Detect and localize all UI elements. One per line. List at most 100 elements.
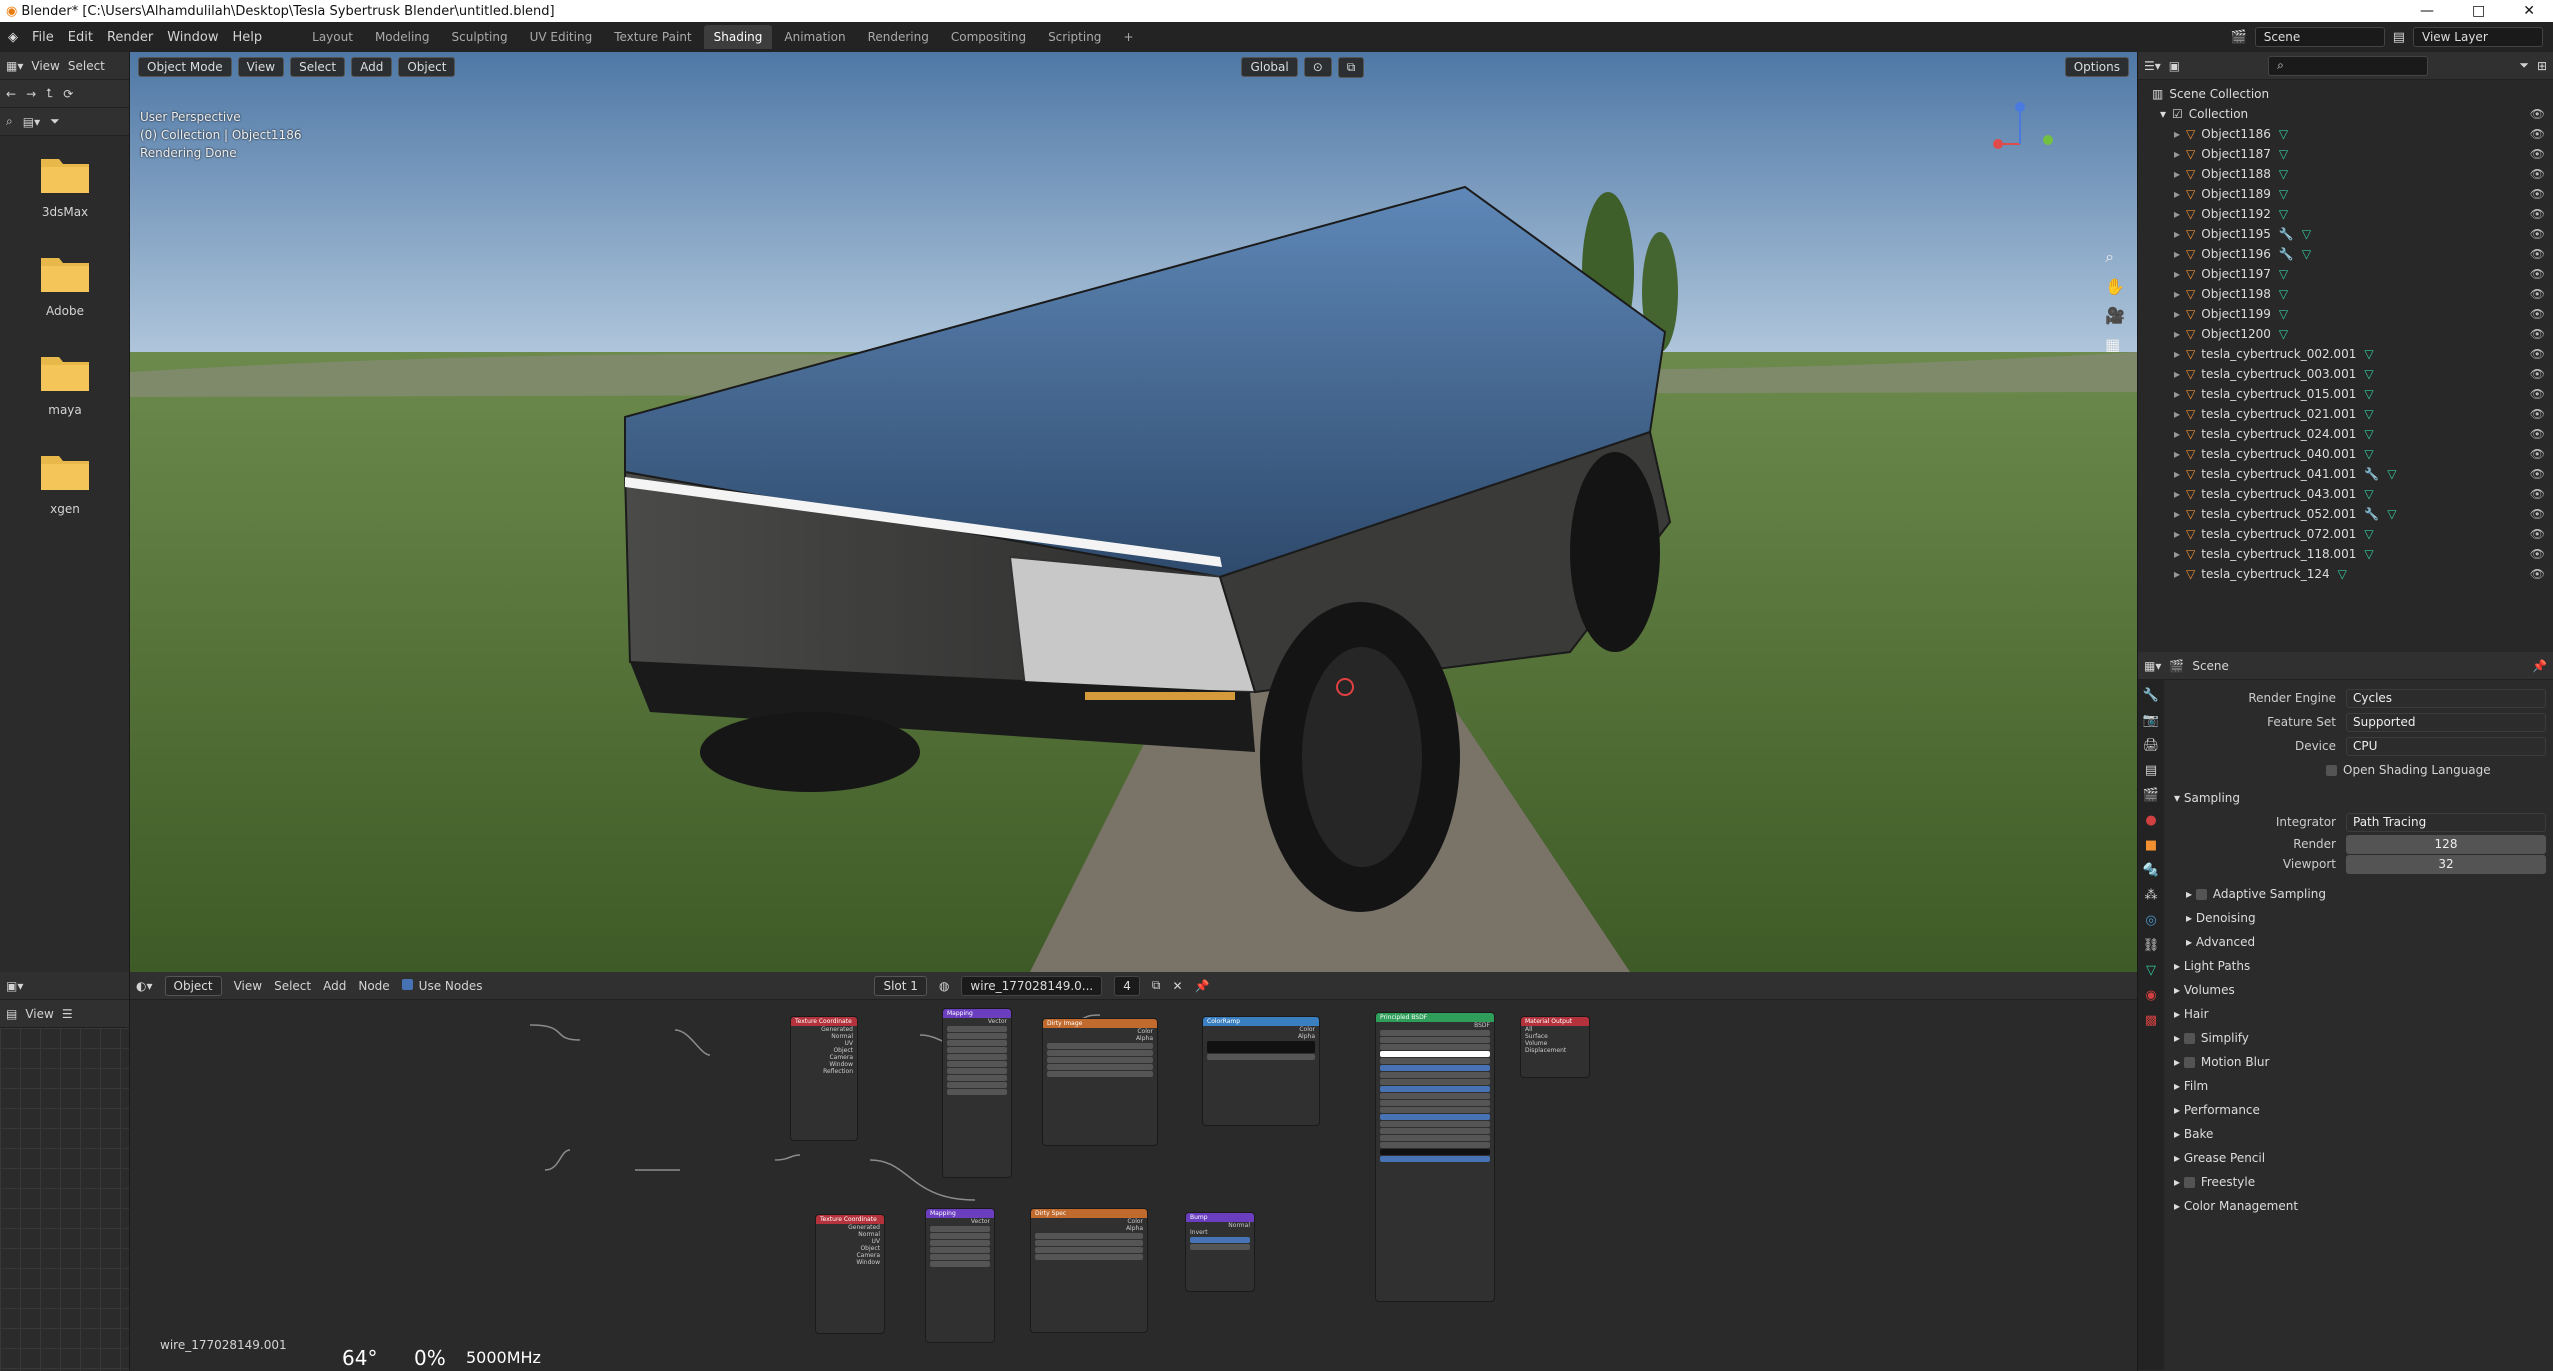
- expand-icon[interactable]: ▸: [2174, 347, 2180, 361]
- mesh-data-icon[interactable]: ▽: [2279, 127, 2288, 141]
- mesh-data-icon[interactable]: ▽: [2302, 247, 2311, 261]
- mesh-data-icon[interactable]: ▽: [2279, 307, 2288, 321]
- shader-type-icon[interactable]: ◐▾: [136, 979, 153, 993]
- panel-performance[interactable]: ▸ Performance: [2166, 1098, 2552, 1122]
- mesh-data-icon[interactable]: ▽: [2364, 547, 2373, 561]
- 3d-viewport[interactable]: Object Mode View Select Add Object Globa…: [130, 52, 2137, 972]
- tab-layout[interactable]: Layout: [302, 25, 363, 49]
- visibility-eye-icon[interactable]: 👁: [2530, 267, 2545, 281]
- outliner-search-input[interactable]: ⌕: [2268, 55, 2429, 76]
- expand-icon[interactable]: ▸: [2174, 267, 2180, 281]
- mesh-data-icon[interactable]: ▽: [2364, 427, 2373, 441]
- outliner-item[interactable]: ▸ ▽ Object1198 ▽ 👁: [2152, 284, 2553, 304]
- denoising-subpanel[interactable]: ▸ Denoising: [2166, 906, 2552, 930]
- mesh-data-icon[interactable]: ▽: [2364, 407, 2373, 421]
- pivot-icon[interactable]: ⊙: [1303, 57, 1332, 77]
- data-tab-icon[interactable]: ▽: [2146, 963, 2156, 978]
- back-icon[interactable]: ←: [6, 87, 16, 101]
- collection-row[interactable]: ▾ ☑ Collection 👁: [2152, 104, 2553, 124]
- modifier-icon[interactable]: 🔧: [2364, 467, 2379, 481]
- properties-type-icon[interactable]: ▦▾: [2144, 659, 2161, 673]
- minimize-button[interactable]: —: [2420, 3, 2434, 19]
- material-name-field[interactable]: wire_177028149.0...: [961, 975, 1103, 996]
- node-texture-coordinate-2[interactable]: Texture Coordinate Generated Normal UV Objec…: [815, 1214, 885, 1334]
- panel-film[interactable]: ▸ Film: [2166, 1074, 2552, 1098]
- render-engine-dropdown[interactable]: Cycles: [2346, 688, 2546, 708]
- tab-uv-editing[interactable]: UV Editing: [520, 25, 603, 49]
- node-mapping-2[interactable]: Mapping Vector: [925, 1208, 995, 1343]
- panel-checkbox[interactable]: [2183, 1032, 2195, 1044]
- modifier-icon[interactable]: 🔧: [2279, 247, 2294, 261]
- advanced-subpanel[interactable]: ▸ Advanced: [2166, 930, 2552, 954]
- panel-volumes[interactable]: ▸ Volumes: [2166, 978, 2552, 1002]
- node-image-texture-1[interactable]: Dirty Image Color Alpha: [1042, 1018, 1158, 1146]
- tab-compositing[interactable]: Compositing: [941, 25, 1036, 49]
- mesh-data-icon[interactable]: ▽: [2364, 367, 2373, 381]
- display-mode-icon[interactable]: ▣: [2169, 59, 2180, 73]
- mesh-data-icon[interactable]: ▽: [2387, 467, 2396, 481]
- object-mode-dropdown[interactable]: Object Mode: [138, 57, 232, 77]
- node-color-ramp[interactable]: ColorRamp Color Alpha: [1202, 1016, 1320, 1126]
- outliner-item[interactable]: ▸ ▽ Object1200 ▽ 👁: [2152, 324, 2553, 344]
- viewport-menu-object[interactable]: Object: [398, 57, 456, 77]
- osl-row[interactable]: Open Shading Language: [2166, 758, 2552, 782]
- transform-orientation-dropdown[interactable]: Global: [1241, 57, 1298, 77]
- expand-icon[interactable]: ▸: [2174, 207, 2180, 221]
- view-layer-tab-icon[interactable]: ▤: [2145, 763, 2157, 778]
- expand-icon[interactable]: ▸: [2174, 287, 2180, 301]
- object-tab-icon[interactable]: ■: [2145, 838, 2157, 853]
- modifier-tab-icon[interactable]: 🔩: [2143, 863, 2159, 878]
- visibility-eye-icon[interactable]: 👁: [2530, 287, 2545, 301]
- add-workspace-icon[interactable]: +: [1113, 25, 1143, 49]
- outliner-item[interactable]: ▸ ▽ Object1196 🔧 ▽ 👁: [2152, 244, 2553, 264]
- mesh-data-icon[interactable]: ▽: [2302, 227, 2311, 241]
- menu-render[interactable]: Render: [107, 30, 153, 45]
- pin-icon[interactable]: 📌: [1195, 979, 1210, 993]
- folder-xgen[interactable]: xgen: [0, 433, 130, 532]
- hamburger-icon[interactable]: ☰: [62, 1007, 73, 1021]
- texture-tab-icon[interactable]: ▩: [2145, 1013, 2157, 1028]
- outliner-item[interactable]: ▸ ▽ tesla_cybertruck_124 ▽ 👁: [2152, 564, 2553, 584]
- tab-shading[interactable]: Shading: [703, 25, 773, 49]
- visibility-eye-icon[interactable]: 👁: [2530, 167, 2545, 181]
- panel-hair[interactable]: ▸ Hair: [2166, 1002, 2552, 1026]
- panel-checkbox[interactable]: [2183, 1056, 2195, 1068]
- folder-adobe[interactable]: Adobe: [0, 235, 130, 334]
- view-icon[interactable]: ▤: [6, 1007, 17, 1021]
- editor-type-icon[interactable]: ▣▾: [6, 979, 23, 993]
- slot-dropdown[interactable]: Slot 1: [874, 975, 927, 996]
- filter-icon[interactable]: ⏷: [2519, 58, 2529, 73]
- blender-menu-icon[interactable]: ◈: [8, 30, 18, 45]
- expand-icon[interactable]: ▸: [2174, 467, 2180, 481]
- osl-checkbox[interactable]: [2326, 764, 2337, 776]
- expand-icon[interactable]: ▸: [2174, 367, 2180, 381]
- constraints-tab-icon[interactable]: ⛓: [2143, 938, 2160, 953]
- adaptive-sampling-checkbox[interactable]: [2195, 888, 2207, 900]
- node-menu-select[interactable]: Select: [274, 979, 311, 993]
- mesh-data-icon[interactable]: ▽: [2338, 567, 2347, 581]
- node-bump[interactable]: Bump Normal Invert: [1185, 1212, 1255, 1292]
- close-button[interactable]: ✕: [2523, 3, 2535, 19]
- menu-edit[interactable]: Edit: [68, 30, 93, 45]
- visibility-eye-icon[interactable]: 👁: [2530, 247, 2545, 261]
- visibility-eye-icon[interactable]: 👁: [2530, 407, 2545, 421]
- outliner-item[interactable]: ▸ ▽ tesla_cybertruck_021.001 ▽ 👁: [2152, 404, 2553, 424]
- visibility-eye-icon[interactable]: 👁: [2530, 547, 2545, 561]
- outliner-item[interactable]: ▸ ▽ tesla_cybertruck_041.001 🔧 ▽ 👁: [2152, 464, 2553, 484]
- outliner-item[interactable]: ▸ ▽ tesla_cybertruck_003.001 ▽ 👁: [2152, 364, 2553, 384]
- options-dropdown[interactable]: Options: [2064, 57, 2129, 77]
- adaptive-sampling-subpanel[interactable]: ▸ Adaptive Sampling: [2166, 882, 2552, 906]
- visibility-eye-icon[interactable]: 👁: [2530, 467, 2545, 481]
- physics-tab-icon[interactable]: ◎: [2145, 913, 2156, 928]
- visibility-eye-icon[interactable]: 👁: [2530, 127, 2545, 141]
- outliner-item[interactable]: ▸ ▽ tesla_cybertruck_002.001 ▽ 👁: [2152, 344, 2553, 364]
- outliner-item[interactable]: ▸ ▽ Object1188 ▽ 👁: [2152, 164, 2553, 184]
- expand-icon[interactable]: ▸: [2174, 307, 2180, 321]
- outliner-item[interactable]: ▸ ▽ tesla_cybertruck_052.001 🔧 ▽ 👁: [2152, 504, 2553, 524]
- outliner-item[interactable]: ▸ ▽ tesla_cybertruck_043.001 ▽ 👁: [2152, 484, 2553, 504]
- node-menu-view[interactable]: View: [234, 979, 262, 993]
- node-texture-coordinate-1[interactable]: Texture Coordinate Generated Normal UV Objec…: [790, 1016, 858, 1141]
- tab-scripting[interactable]: Scripting: [1038, 25, 1111, 49]
- view-layer-selector[interactable]: View Layer: [2413, 27, 2543, 47]
- outliner-item[interactable]: ▸ ▽ tesla_cybertruck_072.001 ▽ 👁: [2152, 524, 2553, 544]
